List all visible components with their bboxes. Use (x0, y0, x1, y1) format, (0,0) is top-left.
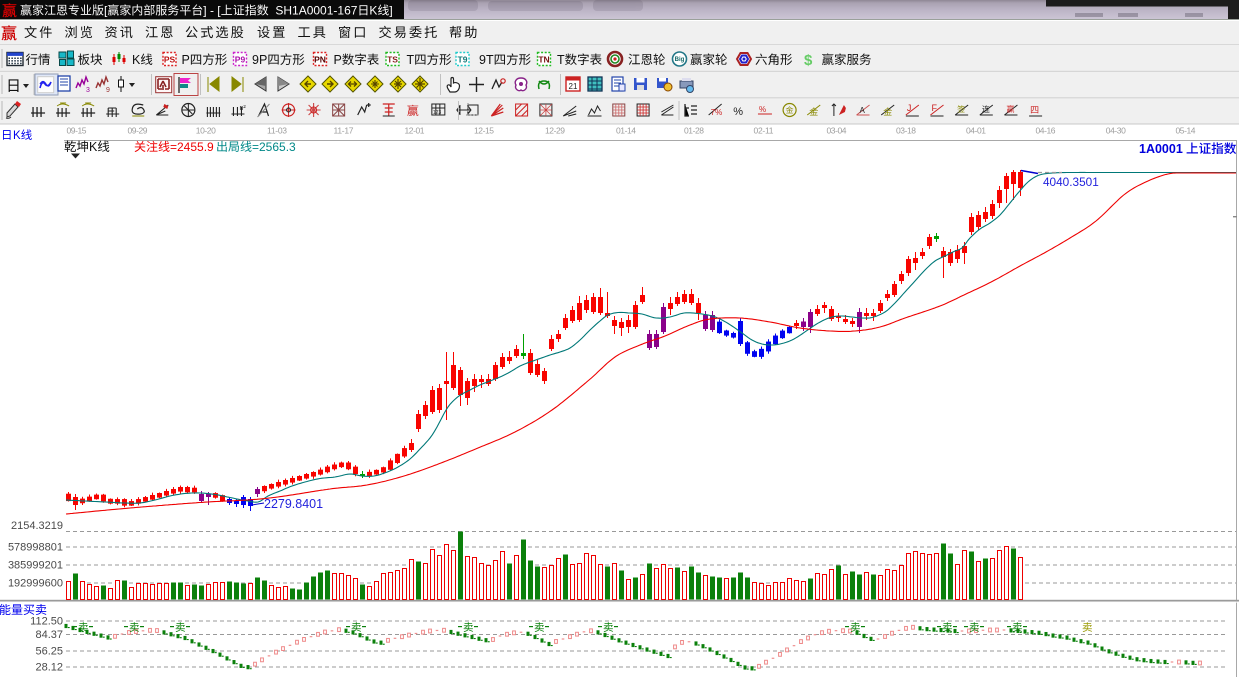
svg-text:02-11: 02-11 (754, 126, 774, 136)
svg-text:192999600: 192999600 (8, 578, 63, 590)
svg-text:09-15: 09-15 (67, 126, 87, 136)
svg-text:11-17: 11-17 (334, 126, 354, 136)
svg-text:28.12: 28.12 (35, 662, 63, 674)
svg-text:A: A (860, 106, 866, 115)
svg-text:T: T (407, 53, 415, 67)
svg-text:P9: P9 (235, 54, 246, 64)
svg-text:9: 9 (106, 87, 110, 94)
svg-text:04-30: 04-30 (1106, 126, 1126, 136)
svg-text:09-29: 09-29 (128, 126, 148, 136)
svg-text:21: 21 (569, 82, 578, 91)
svg-text:=2565.3: =2565.3 (252, 140, 296, 154)
svg-text:12-01: 12-01 (405, 126, 425, 136)
svg-text:01-28: 01-28 (684, 126, 704, 136)
svg-text:PS: PS (164, 54, 176, 64)
svg-text:T: T (557, 53, 565, 67)
svg-text:TS: TS (387, 54, 398, 64)
svg-text:10-20: 10-20 (196, 126, 216, 136)
svg-text:03-04: 03-04 (827, 126, 847, 136)
svg-text:84.37: 84.37 (35, 629, 63, 641)
svg-text:n²: n² (239, 105, 246, 112)
svg-text:9P: 9P (252, 53, 267, 67)
svg-text:SH1A0001-167: SH1A0001-167 (269, 4, 358, 18)
svg-text:4040.3501: 4040.3501 (1043, 175, 1099, 189)
svg-text:K: K (369, 4, 377, 18)
svg-text:03-18: 03-18 (896, 126, 916, 136)
svg-text:385999201: 385999201 (8, 560, 63, 572)
svg-text:$: $ (804, 52, 813, 69)
svg-text:9T: 9T (479, 53, 494, 67)
svg-text:] - [: ] - [ (203, 4, 221, 18)
svg-text:P: P (182, 53, 190, 67)
svg-text:04-01: 04-01 (966, 126, 986, 136)
svg-text:12-29: 12-29 (545, 126, 565, 136)
svg-text:578998801: 578998801 (8, 542, 63, 554)
svg-text:2279.8401: 2279.8401 (264, 497, 323, 511)
svg-text:11-03: 11-03 (267, 126, 287, 136)
svg-text:%: % (759, 105, 766, 114)
svg-text:04-16: 04-16 (1036, 126, 1056, 136)
svg-text:K: K (132, 53, 141, 67)
svg-text:56.25: 56.25 (35, 646, 63, 658)
svg-text:12-15: 12-15 (474, 126, 494, 136)
svg-text:2154.3219: 2154.3219 (11, 520, 63, 532)
svg-text:PN: PN (314, 54, 326, 64)
svg-text:K: K (13, 130, 21, 142)
svg-text:Big: Big (675, 57, 685, 63)
svg-text:P: P (334, 53, 342, 67)
svg-text:J: J (907, 103, 912, 113)
svg-text:05-14: 05-14 (1176, 126, 1196, 136)
svg-text:3: 3 (86, 87, 90, 94)
svg-text:%: % (733, 106, 743, 118)
svg-text:123: 123 (433, 110, 442, 116)
svg-text:F: F (932, 103, 938, 113)
svg-text:7%: 7% (711, 108, 723, 117)
svg-text:=2455.9: =2455.9 (170, 140, 214, 154)
svg-text:TN: TN (538, 54, 549, 64)
svg-text:01-14: 01-14 (616, 126, 636, 136)
svg-text:]: ] (389, 4, 392, 18)
svg-text:1A0001: 1A0001 (1139, 142, 1183, 156)
svg-text:112.50: 112.50 (30, 616, 63, 628)
svg-text:T9: T9 (458, 54, 468, 64)
svg-text:K: K (89, 140, 98, 154)
